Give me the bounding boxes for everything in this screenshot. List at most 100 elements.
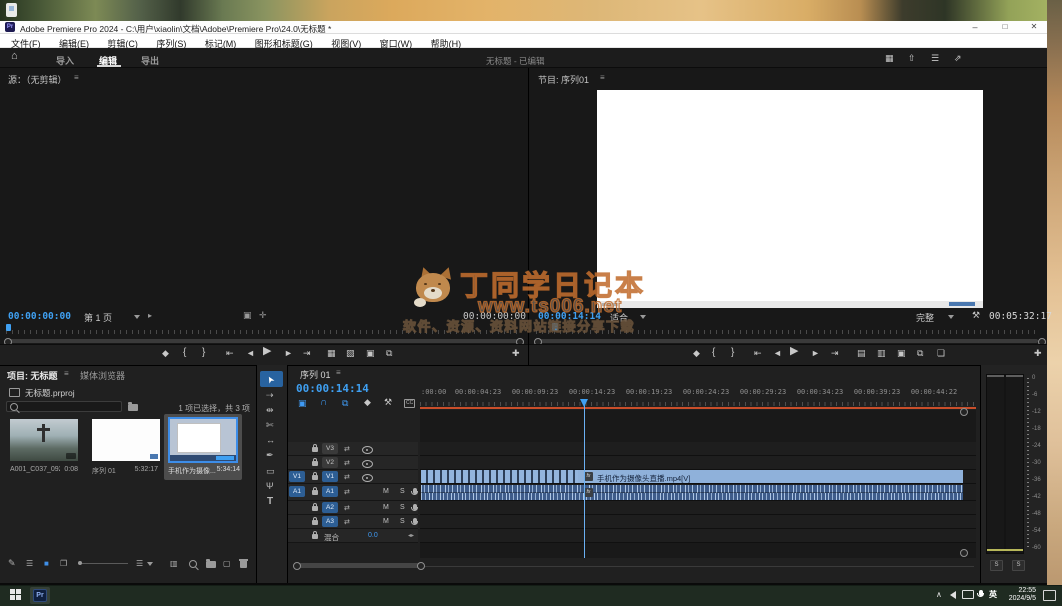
source-add-button[interactable]: ✚ [512, 349, 520, 358]
track-output-eye-icon[interactable] [362, 446, 373, 454]
source-time-ruler[interactable] [6, 330, 522, 334]
voiceover-mic-icon[interactable] [413, 518, 417, 524]
razor-tool[interactable]: ✄ [266, 421, 274, 430]
tab-media-browser[interactable]: 媒体浏览器 [80, 369, 125, 382]
lock-icon[interactable] [312, 447, 318, 452]
linked-selection-icon[interactable]: ⧉ [342, 398, 348, 409]
type-tool[interactable]: T [267, 496, 273, 507]
sync-lock-icon[interactable]: ⇄ [344, 504, 350, 513]
program-add-button[interactable]: ✚ [1034, 349, 1042, 358]
track-patch-v1[interactable]: V1 [322, 471, 338, 482]
timeline-tab[interactable]: 序列 01 [300, 368, 331, 381]
sync-lock-icon[interactable]: ⇄ [344, 518, 350, 527]
step-forward-icon[interactable]: ► [284, 349, 293, 358]
mark-in-icon[interactable]: { [183, 348, 186, 357]
readonly-pen-icon[interactable]: ✎ [8, 559, 16, 568]
freeform-view-icon[interactable]: ❐ [60, 559, 67, 568]
lock-icon[interactable] [312, 461, 318, 466]
source-patch-v1[interactable]: V1 [289, 471, 305, 482]
ripple-edit-tool[interactable]: ⇹ [266, 406, 274, 415]
mix-volume-value[interactable]: 0.0 [368, 532, 378, 539]
slip-tool[interactable]: ↔ [266, 436, 275, 445]
project-panel-menu-icon[interactable]: ≡ [64, 369, 69, 378]
mark-out-icon[interactable]: } [731, 348, 734, 357]
lock-icon[interactable] [312, 534, 318, 539]
timeline-ruler[interactable] [420, 402, 976, 406]
track-select-forward-tool[interactable]: ⇢ [266, 391, 274, 400]
source-more-icon[interactable]: ▸ [148, 311, 152, 320]
export-frame-icon[interactable]: ▣ [366, 349, 375, 358]
cast-display-icon[interactable] [962, 590, 974, 599]
timeline-timecode[interactable]: 00:00:14:14 [296, 382, 369, 395]
button-editor-icon[interactable]: ✛ [259, 311, 267, 320]
program-panel-menu-icon[interactable]: ≡ [600, 73, 605, 82]
monitor-splitter[interactable] [528, 68, 529, 365]
timeline-v-scrollbar-handle-bottom[interactable] [960, 549, 968, 557]
clock-date[interactable]: 2024/9/5 [1002, 595, 1036, 602]
source-page-dropdown[interactable]: 第 1 页 [84, 311, 112, 324]
zoom-slider-knob[interactable] [78, 561, 82, 565]
source-playhead[interactable] [6, 324, 11, 331]
video-clip-filmstrip[interactable] [421, 470, 578, 483]
track-header-a3[interactable]: A3 ⇄ M S [288, 515, 418, 529]
track-output-eye-icon[interactable] [362, 474, 373, 482]
program-playhead[interactable] [552, 323, 558, 331]
folder-up-icon[interactable] [128, 404, 138, 411]
tray-chevron-icon[interactable]: ∧ [936, 590, 942, 599]
play-button[interactable]: ▶ [263, 347, 271, 356]
project-item-name[interactable]: 手机作为摄像... [168, 466, 216, 476]
program-zoom-dropdown[interactable]: 适合 [610, 311, 628, 324]
source-zoom-scrollbar[interactable] [8, 339, 518, 343]
extract-icon[interactable]: ▥ [877, 349, 886, 358]
mix-expand-icon[interactable]: ◂▸ [408, 532, 414, 539]
sort-icon[interactable]: ☰ [136, 559, 143, 568]
track-header-a1[interactable]: A1 A1 ⇄ M S [288, 484, 418, 501]
pen-tool[interactable]: ✒ [266, 451, 274, 460]
sync-lock-icon[interactable]: ⇄ [344, 459, 350, 468]
automate-to-sequence-icon[interactable]: ▥ [170, 559, 178, 568]
track-patch-v3[interactable]: V3 [322, 443, 338, 454]
nest-sequence-icon[interactable]: ▣ [298, 398, 307, 409]
meter-solo-right-button[interactable]: S [1012, 560, 1025, 571]
insert-icon[interactable]: ▦ [327, 349, 336, 358]
project-file-name[interactable]: 无标题.prproj [25, 387, 75, 399]
minimize-button[interactable]: – [962, 22, 988, 32]
tray-mic-icon[interactable] [979, 590, 983, 596]
sync-lock-icon[interactable]: ⇄ [344, 488, 350, 497]
zoom-slider-track[interactable] [78, 563, 128, 564]
safe-margins-icon[interactable]: ▣ [243, 311, 252, 320]
mute-button[interactable]: M [383, 504, 389, 511]
mark-in-icon[interactable]: { [712, 348, 715, 357]
solo-button[interactable]: S [400, 518, 405, 525]
source-patch-a1[interactable]: A1 [289, 486, 305, 497]
project-item-thumbnail[interactable] [92, 419, 160, 461]
go-to-out-icon[interactable]: ⇥ [831, 349, 839, 358]
mute-button[interactable]: M [383, 488, 389, 495]
track-content-v3[interactable] [420, 442, 976, 456]
new-bin-icon[interactable] [206, 561, 216, 568]
timeline-v-scrollbar-handle-top[interactable] [960, 408, 968, 416]
lock-icon[interactable] [312, 475, 318, 480]
overwrite-icon[interactable]: ▧ [346, 349, 355, 358]
list-view-icon[interactable]: ☰ [26, 559, 33, 568]
source-timecode[interactable]: 00:00:00:00 [8, 311, 71, 322]
meter-solo-left-button[interactable]: S [990, 560, 1003, 571]
fullscreen-icon[interactable]: ⇗ [954, 54, 962, 63]
voiceover-mic-icon[interactable] [413, 488, 417, 494]
input-language-indicator[interactable]: 英 [989, 589, 997, 600]
solo-button[interactable]: S [400, 488, 405, 495]
snap-icon[interactable]: ∩ [320, 397, 327, 408]
compare-view-icon[interactable]: ⧉ [917, 349, 923, 358]
track-content-a3[interactable] [420, 515, 976, 529]
lock-icon[interactable] [312, 506, 318, 511]
start-button[interactable] [10, 589, 23, 602]
quick-export-icon[interactable]: ⇧ [908, 54, 916, 63]
step-back-icon[interactable]: ◄ [246, 349, 255, 358]
audio-clip[interactable]: fx [421, 485, 963, 500]
fx-badge[interactable]: fx [584, 488, 593, 497]
track-content-v2[interactable] [420, 456, 976, 470]
desktop-icon[interactable] [6, 3, 17, 17]
lift-icon[interactable]: ▤ [857, 349, 866, 358]
project-item-thumbnail-selected[interactable] [168, 417, 238, 463]
timeline-scrollbar-handle-left[interactable] [293, 562, 301, 570]
